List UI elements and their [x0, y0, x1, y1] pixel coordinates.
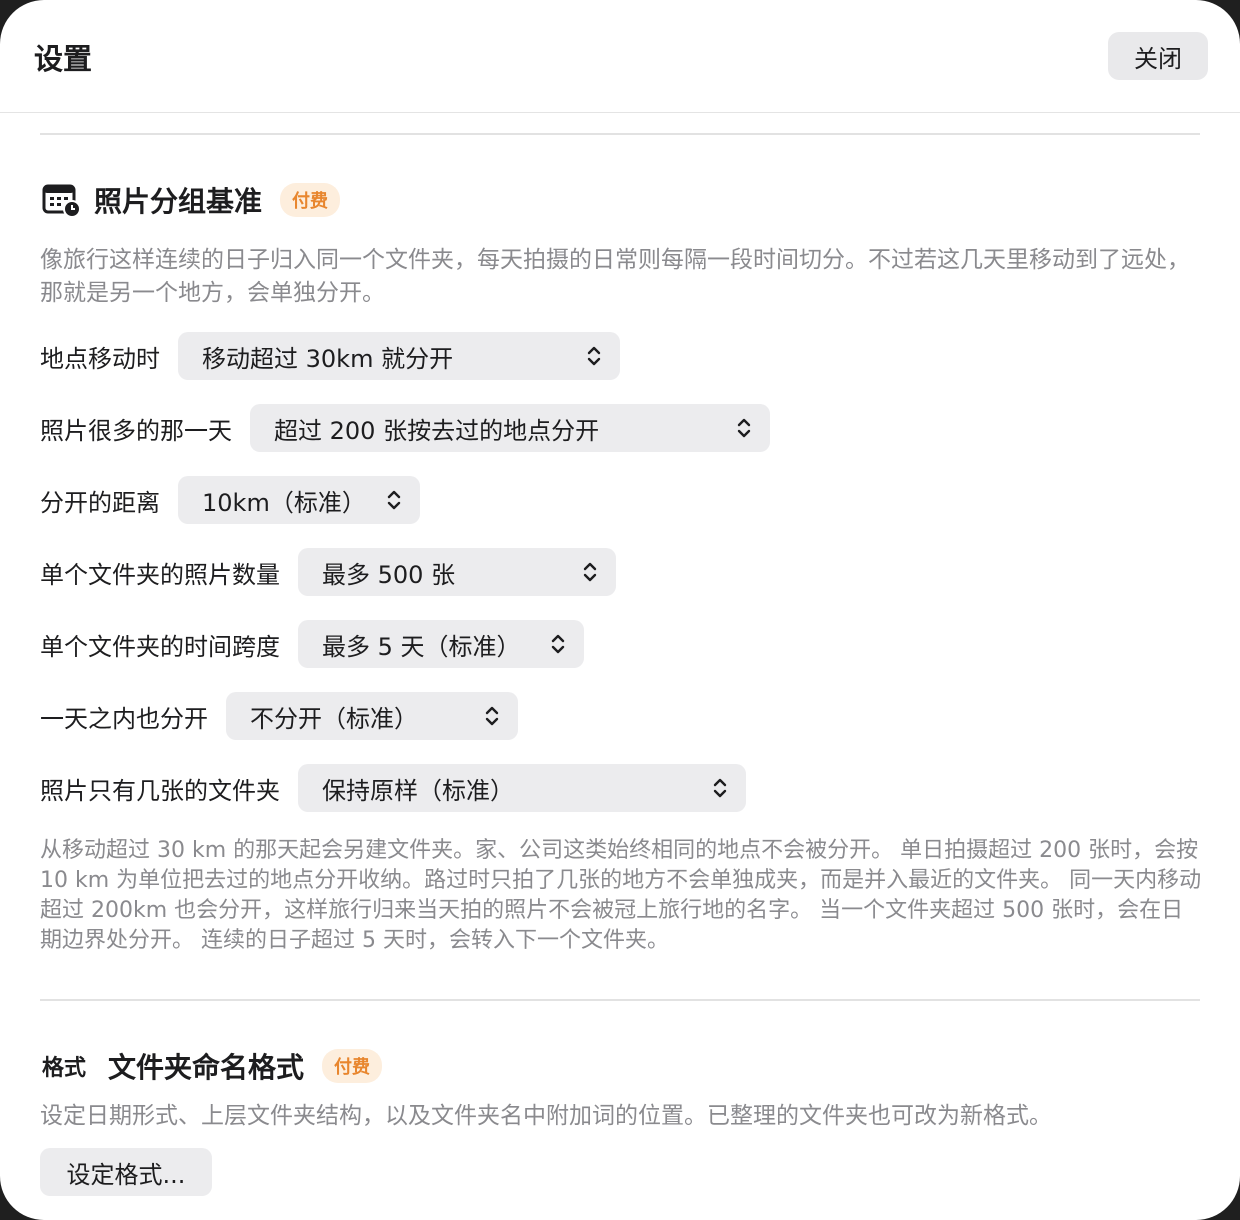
setting-row-location-move: 地点移动时 移动超过 30km 就分开 — [40, 332, 620, 380]
setting-label: 照片很多的那一天 — [40, 416, 232, 445]
setting-row-time-span: 单个文件夹的时间跨度 最多 5 天（标准） — [40, 620, 584, 668]
setting-label: 一天之内也分开 — [40, 704, 208, 733]
time-span-select[interactable]: 最多 5 天（标准） — [298, 620, 584, 668]
settings-window: 设置 关闭 照片分组基准 付费 像旅行这样连续的日子归入同一个文件夹，每天拍摄的… — [0, 0, 1240, 1220]
photo-count-select[interactable]: 最多 500 张 — [298, 548, 616, 596]
section-title: 文件夹命名格式 — [108, 1051, 305, 1084]
setting-row-small-folders: 照片只有几张的文件夹 保持原样（标准） — [40, 764, 746, 812]
paid-badge: 付费 — [280, 183, 341, 217]
page-title: 设置 — [34, 42, 93, 76]
chevron-up-down-icon — [387, 490, 401, 510]
section-description: 设定日期形式、上层文件夹结构，以及文件夹名中附加词的位置。已整理的文件夹也可改为… — [40, 1103, 1052, 1129]
format-tag: 格式 — [42, 1056, 87, 1081]
select-value: 最多 500 张 — [322, 560, 456, 589]
setting-row-split-distance: 分开的距离 10km（标准） — [40, 476, 420, 524]
setting-label: 分开的距离 — [40, 488, 160, 517]
split-within-day-select[interactable]: 不分开（标准） — [226, 692, 518, 740]
small-folders-select[interactable]: 保持原样（标准） — [298, 764, 746, 812]
setting-row-split-within-day: 一天之内也分开 不分开（标准） — [40, 692, 518, 740]
section-title: 照片分组基准 — [94, 185, 263, 218]
chevron-up-down-icon — [587, 346, 601, 366]
section-description: 像旅行这样连续的日子归入同一个文件夹，每天拍摄的日常则每隔一段时间切分。不过若这… — [40, 247, 1190, 306]
setting-label: 照片只有几张的文件夹 — [40, 776, 280, 805]
grouping-summary-note: 从移动超过 30 km 的那天起会另建文件夹。家、公司这类始终相同的地点不会被分… — [40, 838, 1202, 953]
split-distance-select[interactable]: 10km（标准） — [178, 476, 420, 524]
select-value: 保持原样（标准） — [322, 776, 514, 805]
select-value: 不分开（标准） — [250, 704, 418, 733]
setting-label: 地点移动时 — [40, 344, 160, 373]
setting-label: 单个文件夹的时间跨度 — [40, 632, 280, 661]
chevron-up-down-icon — [551, 634, 565, 654]
section-divider — [40, 133, 1200, 135]
select-value: 10km（标准） — [202, 488, 366, 517]
busy-day-select[interactable]: 超过 200 张按去过的地点分开 — [250, 404, 770, 452]
chevron-up-down-icon — [737, 418, 751, 438]
paid-badge: 付费 — [322, 1049, 383, 1083]
chevron-up-down-icon — [713, 778, 727, 798]
select-value: 移动超过 30km 就分开 — [202, 344, 454, 373]
calendar-clock-icon — [42, 183, 81, 218]
section-divider — [40, 999, 1200, 1001]
location-move-select[interactable]: 移动超过 30km 就分开 — [178, 332, 620, 380]
format-section-header: 格式 文件夹命名格式 付费 — [42, 1046, 383, 1086]
select-value: 最多 5 天（标准） — [322, 632, 521, 661]
close-button[interactable]: 关闭 — [1108, 32, 1208, 80]
setting-row-busy-day: 照片很多的那一天 超过 200 张按去过的地点分开 — [40, 404, 770, 452]
grouping-section-header: 照片分组基准 付费 — [42, 180, 341, 220]
setting-row-photo-count: 单个文件夹的照片数量 最多 500 张 — [40, 548, 616, 596]
select-value: 超过 200 张按去过的地点分开 — [274, 416, 600, 445]
set-format-button[interactable]: 设定格式... — [40, 1148, 212, 1196]
chevron-up-down-icon — [485, 706, 499, 726]
chevron-up-down-icon — [583, 562, 597, 582]
setting-label: 单个文件夹的照片数量 — [40, 560, 280, 589]
header: 设置 关闭 — [0, 0, 1240, 113]
